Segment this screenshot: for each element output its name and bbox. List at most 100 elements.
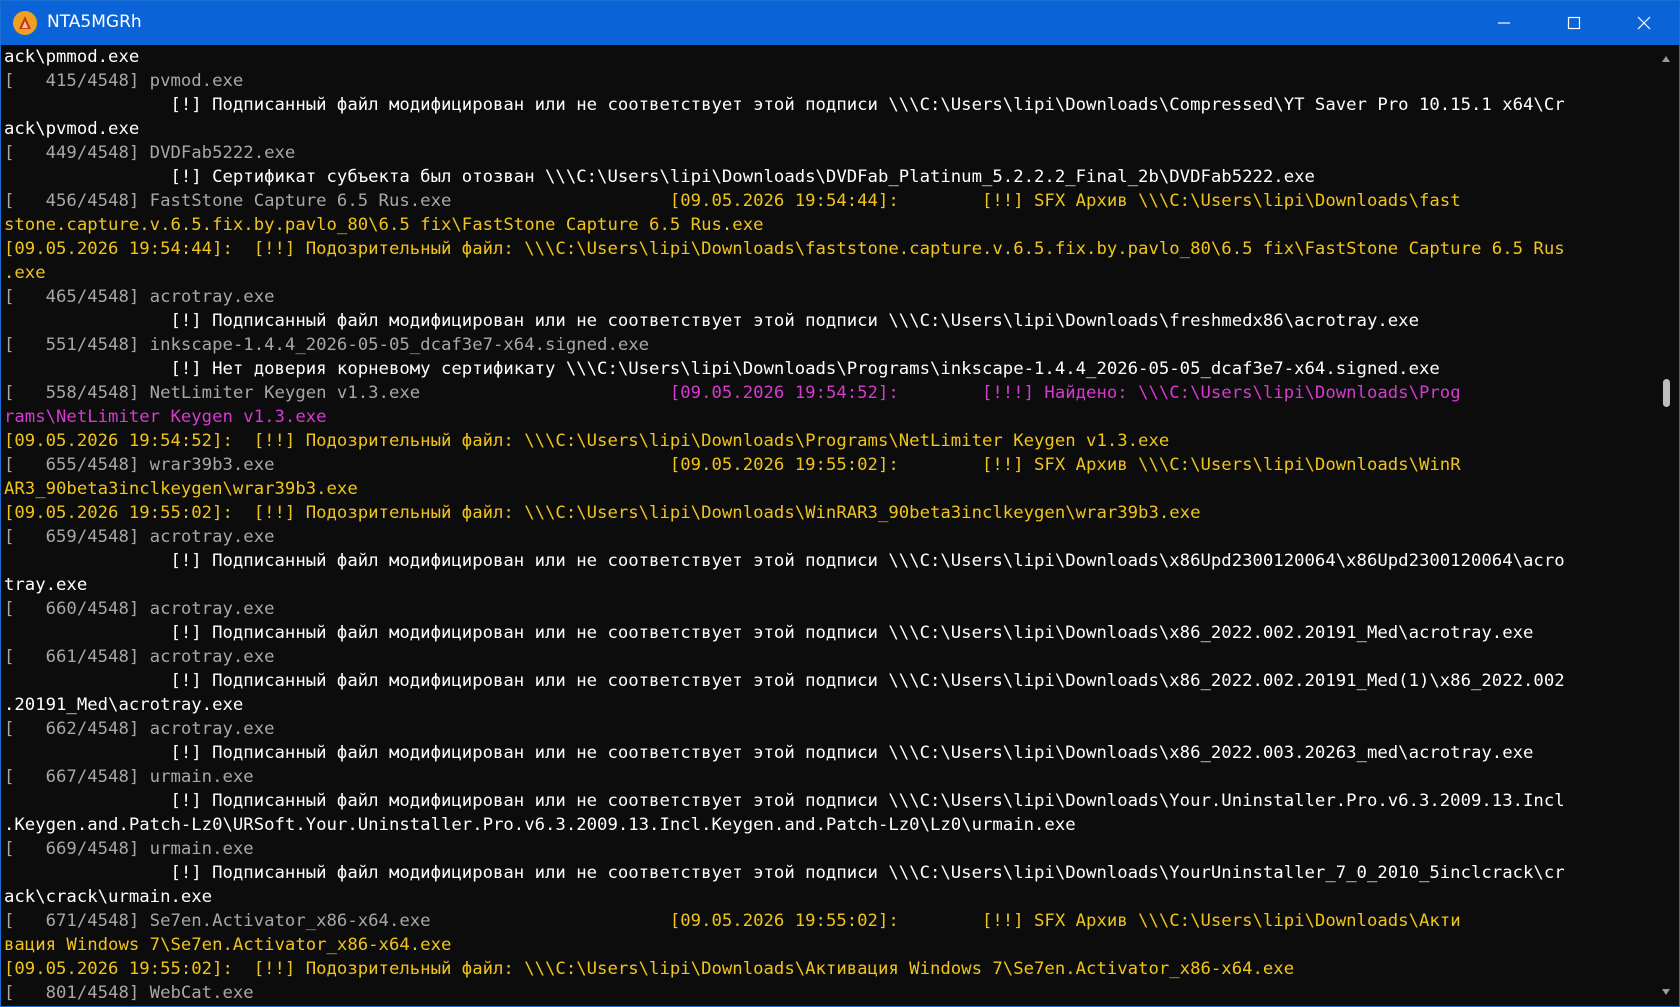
vertical-scrollbar[interactable]	[1653, 45, 1679, 1006]
console-text-segment: [ 660/4548] acrotray.exe	[4, 599, 275, 619]
console-text-segment: [!] Нет доверия корневому сертификату \\…	[4, 359, 1440, 379]
console-output[interactable]: ack\pmmod.exe [ 415/4548] pvmod.exe [!] П…	[1, 45, 1653, 1006]
maximize-icon	[1567, 16, 1581, 30]
console-text-segment: [!] Подписанный файл модифицирован или н…	[4, 311, 1419, 331]
console-line: [ 456/4548] FastStone Capture 6.5 Rus.ex…	[4, 189, 1653, 213]
console-line: .exe	[4, 261, 1653, 285]
console-text-segment: [ 667/4548] urmain.exe	[4, 767, 254, 787]
console-text-segment: stone.capture.v.6.5.fix.by.pavlo_80\6.5 …	[4, 215, 764, 235]
console-line: [ 465/4548] acrotray.exe	[4, 285, 1653, 309]
scrollbar-thumb[interactable]	[1663, 379, 1670, 407]
console-line: [09.05.2026 19:54:52]: [!!] Подозрительн…	[4, 429, 1653, 453]
console-text-segment: [ 655/4548] wrar39b3.exe	[4, 455, 670, 475]
close-button[interactable]	[1609, 1, 1679, 45]
window-title: NTA5MGRh	[47, 12, 142, 32]
console-text-segment: .Keygen.and.Patch-Lz0\URSoft.Your.Uninst…	[4, 815, 1076, 835]
console-window: NTA5MGRh ack\pmmod.exe [ 415/4548] pvmod.…	[0, 0, 1680, 1007]
console-line: [ 660/4548] acrotray.exe	[4, 597, 1653, 621]
console-text-segment: [!] Подписанный файл модифицирован или н…	[4, 551, 1565, 571]
console-line: [ 661/4548] acrotray.exe	[4, 645, 1653, 669]
console-text-segment: [ 465/4548] acrotray.exe	[4, 287, 275, 307]
console-line: [ 662/4548] acrotray.exe	[4, 717, 1653, 741]
console-line: [!] Подписанный файл модифицирован или н…	[4, 789, 1653, 813]
console-line: .20191_Med\acrotray.exe	[4, 693, 1653, 717]
minimize-button[interactable]	[1469, 1, 1539, 45]
console-line: [09.05.2026 19:54:44]: [!!] Подозрительн…	[4, 237, 1653, 261]
console-text-segment: [ 415/4548] pvmod.exe	[4, 71, 244, 91]
console-line: .Keygen.and.Patch-Lz0\URSoft.Your.Uninst…	[4, 813, 1653, 837]
console-line: ack\pvmod.exe	[4, 117, 1653, 141]
console-line: [!] Подписанный файл модифицирован или н…	[4, 861, 1653, 885]
console-text-segment: .exe	[4, 263, 46, 283]
console-text-segment: [ 669/4548] urmain.exe	[4, 839, 254, 859]
scroll-down-button[interactable]	[1653, 982, 1679, 1002]
console-text-segment: [!] Подписанный файл модифицирован или н…	[4, 791, 1565, 811]
console-text-segment: [!] Подписанный файл модифицирован или н…	[4, 671, 1565, 691]
console-text-segment: tray.exe	[4, 575, 88, 595]
console-text-segment: [ 671/4548] Se7en.Activator_x86-x64.exe	[4, 911, 670, 931]
console-line: [ 801/4548] WebCat.exe	[4, 981, 1653, 1005]
console-line: [ 671/4548] Se7en.Activator_x86-x64.exe …	[4, 909, 1653, 933]
console-line: [!] Сертификат субъекта был отозван \\\C…	[4, 165, 1653, 189]
console-line: [!] Подписанный файл модифицирован или н…	[4, 549, 1653, 573]
console-text-segment: [!] Подписанный файл модифицирован или н…	[4, 863, 1565, 883]
triangle-up-icon	[1662, 56, 1670, 62]
console-line: [09.05.2026 19:55:02]: [!!] Подозрительн…	[4, 957, 1653, 981]
console-text-segment: [09.05.2026 19:54:44]: [!!] Подозрительн…	[4, 239, 1565, 259]
console-text-segment: [09.05.2026 19:54:52]: [!!] Подозрительн…	[4, 431, 1170, 451]
console-line: [ 449/4548] DVDFab5222.exe	[4, 141, 1653, 165]
console-text-segment: rams\NetLimiter Keygen v1.3.exe	[4, 407, 327, 427]
console-line: [ 558/4548] NetLimiter Keygen v1.3.exe […	[4, 381, 1653, 405]
minimize-icon	[1498, 22, 1510, 24]
console-line: [!] Подписанный файл модифицирован или н…	[4, 309, 1653, 333]
app-logo-icon	[13, 11, 37, 35]
console-line: [ 659/4548] acrotray.exe	[4, 525, 1653, 549]
console-text-segment: .20191_Med\acrotray.exe	[4, 695, 244, 715]
maximize-button[interactable]	[1539, 1, 1609, 45]
console-line: [ 551/4548] inkscape-1.4.4_2026-05-05_dc…	[4, 333, 1653, 357]
console-line: ack\pmmod.exe	[4, 45, 1653, 69]
console-text-segment: [ 801/4548] WebCat.exe	[4, 983, 254, 1003]
console-text-segment: вация Windows 7\Se7en.Activator_x86-x64.…	[4, 935, 452, 955]
console-line: [!] Подписанный файл модифицирован или н…	[4, 93, 1653, 117]
console-text-segment: ack\pmmod.exe	[4, 47, 140, 67]
title-bar[interactable]: NTA5MGRh	[1, 1, 1679, 45]
console-text-segment: [ 659/4548] acrotray.exe	[4, 527, 275, 547]
console-line: [ 415/4548] pvmod.exe	[4, 69, 1653, 93]
console-text-segment: [09.05.2026 19:55:02]: [!!] Подозрительн…	[4, 959, 1295, 979]
console-text-segment: AR3_90beta3inclkeygen\wrar39b3.exe	[4, 479, 358, 499]
console-text-segment: [09.05.2026 19:55:02]: [!!] Подозрительн…	[4, 503, 1201, 523]
scroll-up-button[interactable]	[1653, 49, 1679, 69]
console-line: вация Windows 7\Se7en.Activator_x86-x64.…	[4, 933, 1653, 957]
console-text-segment: [ 551/4548] inkscape-1.4.4_2026-05-05_dc…	[4, 335, 650, 355]
console-line: [!] Подписанный файл модифицирован или н…	[4, 621, 1653, 645]
console-line: rams\NetLimiter Keygen v1.3.exe	[4, 405, 1653, 429]
console-line: [!] Подписанный файл модифицирован или н…	[4, 669, 1653, 693]
console-line: [09.05.2026 19:55:02]: [!!] Подозрительн…	[4, 501, 1653, 525]
console-text-segment: [!] Подписанный файл модифицирован или н…	[4, 95, 1565, 115]
console-line: ack\crack\urmain.exe	[4, 885, 1653, 909]
console-line: [!] Подписанный файл модифицирован или н…	[4, 741, 1653, 765]
console-line: AR3_90beta3inclkeygen\wrar39b3.exe	[4, 477, 1653, 501]
console-line: [ 667/4548] urmain.exe	[4, 765, 1653, 789]
console-text-segment: [ 456/4548] FastStone Capture 6.5 Rus.ex…	[4, 191, 670, 211]
console-text-segment: [!] Подписанный файл модифицирован или н…	[4, 623, 1534, 643]
close-icon	[1637, 16, 1651, 30]
console-line: stone.capture.v.6.5.fix.by.pavlo_80\6.5 …	[4, 213, 1653, 237]
console-line: [ 655/4548] wrar39b3.exe [09.05.2026 19:…	[4, 453, 1653, 477]
console-text-segment: [09.05.2026 19:54:44]: [!!] SFX Архив \\…	[669, 191, 1461, 211]
console-text-segment: [ 661/4548] acrotray.exe	[4, 647, 275, 667]
console-line: [!] Нет доверия корневому сертификату \\…	[4, 357, 1653, 381]
console-text-segment: ack\crack\urmain.exe	[4, 887, 213, 907]
console-text-segment: [ 558/4548] NetLimiter Keygen v1.3.exe	[4, 383, 670, 403]
console-text-segment: [!] Подписанный файл модифицирован или н…	[4, 743, 1534, 763]
console-text-segment: [09.05.2026 19:54:52]: [!!!] Найдено: \\…	[669, 383, 1461, 403]
console-text-segment: [09.05.2026 19:55:02]: [!!] SFX Архив \\…	[669, 455, 1461, 475]
console-text-segment: [!] Сертификат субъекта был отозван \\\C…	[4, 167, 1315, 187]
console-line: tray.exe	[4, 573, 1653, 597]
console-text-segment: [ 449/4548] DVDFab5222.exe	[4, 143, 296, 163]
triangle-down-icon	[1662, 989, 1670, 995]
console-text-segment: [09.05.2026 19:55:02]: [!!] SFX Архив \\…	[669, 911, 1461, 931]
console-text-segment: [ 662/4548] acrotray.exe	[4, 719, 275, 739]
console-line: [ 669/4548] urmain.exe	[4, 837, 1653, 861]
